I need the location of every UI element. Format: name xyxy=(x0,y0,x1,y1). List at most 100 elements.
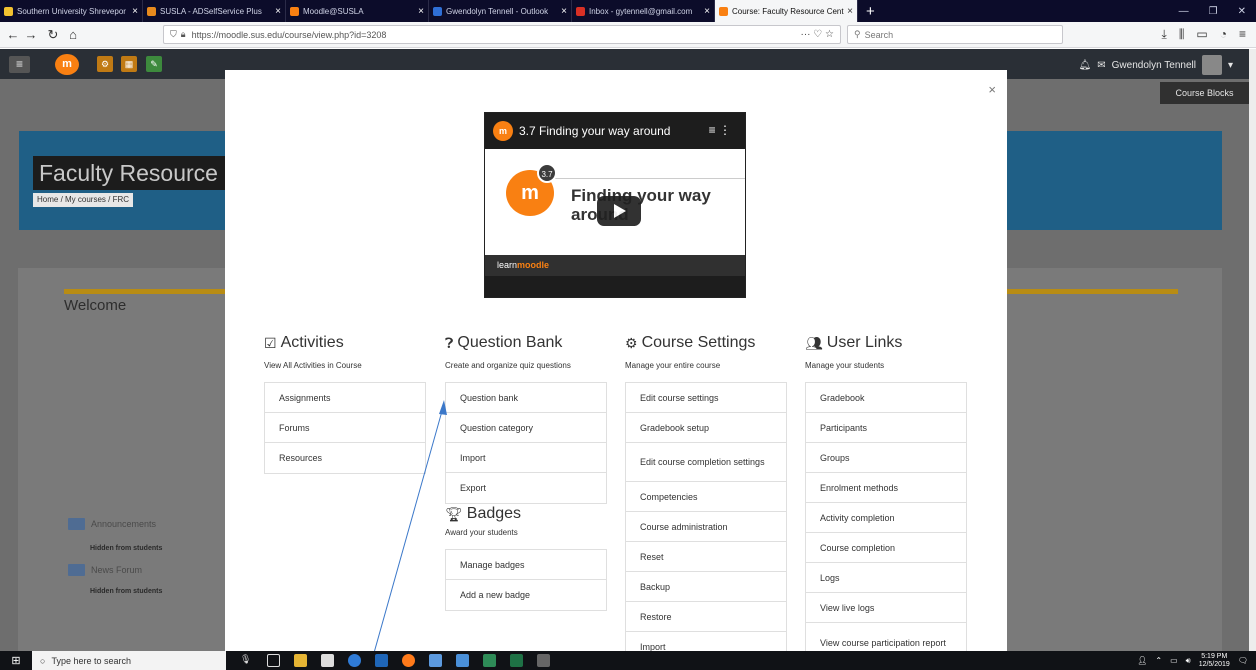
menu-link-gradebook[interactable]: Gradebook xyxy=(806,383,966,413)
clock[interactable]: 5:19 PM 12/5/2019 xyxy=(1199,653,1230,669)
minimize-icon[interactable]: — xyxy=(1169,6,1199,17)
url-bar[interactable]: ⛉ 🔒︎ https://moodle.sus.edu/course/view.… xyxy=(163,25,841,44)
menu-link-question-bank[interactable]: Question bank xyxy=(446,383,606,413)
settings-shortcut-icon[interactable]: ⚙ xyxy=(97,56,113,72)
forum-link-announcements[interactable]: Announcements xyxy=(68,518,156,530)
menu-link-groups[interactable]: Groups xyxy=(806,443,966,473)
moodle-logo[interactable]: m xyxy=(55,54,79,75)
notification-icon[interactable]: 🗨︎ xyxy=(1238,656,1248,665)
cogs-icon: ⚙ xyxy=(625,334,638,351)
chevron-down-icon[interactable]: ▾ xyxy=(1228,60,1233,71)
menu-link-backup[interactable]: Backup xyxy=(626,572,786,602)
menu-link-assignments[interactable]: Assignments xyxy=(265,383,425,413)
menu-link-export[interactable]: Export xyxy=(446,473,606,503)
play-icon[interactable] xyxy=(597,196,641,226)
breadcrumb[interactable]: Home / My courses / FRC xyxy=(33,193,134,207)
menu-link-course-completion[interactable]: Course completion xyxy=(806,533,966,563)
hidden-status: Hidden from students xyxy=(90,545,163,552)
menu-link-import[interactable]: Import xyxy=(446,443,606,473)
close-window-icon[interactable]: ✕ xyxy=(1228,6,1256,17)
browser-tab[interactable]: Southern University Shrevepor × xyxy=(0,0,143,22)
forward-icon[interactable]: → xyxy=(22,27,40,42)
user-menu[interactable]: 🔔︎ ✉ Gwendolyn Tennell ▾ xyxy=(1079,55,1233,75)
project-icon[interactable] xyxy=(483,654,496,667)
home-icon[interactable]: ⌂ xyxy=(64,27,82,42)
shield-icon[interactable]: ⛉ xyxy=(170,29,177,40)
menu-link-gradebook-setup[interactable]: Gradebook setup xyxy=(626,413,786,443)
restore-icon[interactable]: ❐ xyxy=(1199,6,1228,17)
moodle-channel-icon[interactable]: m xyxy=(493,121,513,141)
page-actions[interactable]: ··· ♡ ☆ xyxy=(801,29,834,40)
mail-icon[interactable] xyxy=(456,654,469,667)
edit-shortcut-icon[interactable]: ✎ xyxy=(146,56,162,72)
edge-icon[interactable] xyxy=(348,654,361,667)
menu-link-live-logs[interactable]: View live logs xyxy=(806,593,966,623)
forum-link-news[interactable]: News Forum xyxy=(68,564,142,576)
windows-start-icon[interactable]: ⊞ xyxy=(0,654,32,667)
browser-tab-active[interactable]: Course: Faculty Resource Cent × xyxy=(715,0,858,22)
new-tab-button[interactable]: + xyxy=(858,0,883,22)
course-blocks-button[interactable]: Course Blocks xyxy=(1160,82,1249,104)
drawer-toggle-icon[interactable]: ≡ xyxy=(9,56,30,73)
menu-link-restore[interactable]: Restore xyxy=(626,602,786,632)
menu-link-activity-completion[interactable]: Activity completion xyxy=(806,503,966,533)
video-title[interactable]: 3.7 Finding your way around xyxy=(519,124,670,138)
excel-icon[interactable] xyxy=(510,654,523,667)
menu-link-question-category[interactable]: Question category xyxy=(446,413,606,443)
browser-search-input[interactable]: ⚲ Search xyxy=(847,25,1063,44)
menu-link-participants[interactable]: Participants xyxy=(806,413,966,443)
download-icon[interactable]: ⤓ xyxy=(1162,27,1167,42)
library-icon[interactable]: ⫼ xyxy=(1179,27,1185,42)
browser-tab[interactable]: SUSLA - ADSelfService Plus × xyxy=(143,0,286,22)
reload-icon[interactable]: ↻ xyxy=(44,27,62,43)
video-player[interactable]: m 3.7 Finding your way around ≡ ⋮ m 3.7 … xyxy=(484,112,746,298)
menu-link-reset[interactable]: Reset xyxy=(626,542,786,572)
browser-tab[interactable]: Inbox - gytennell@gmail.com × xyxy=(572,0,715,22)
close-tab-icon[interactable]: × xyxy=(132,6,138,17)
menu-link-logs[interactable]: Logs xyxy=(806,563,966,593)
tab-title: Moodle@SUSLA xyxy=(303,6,364,16)
close-tab-icon[interactable]: × xyxy=(847,6,853,17)
paint-icon[interactable] xyxy=(429,654,442,667)
close-icon[interactable]: × xyxy=(988,82,996,97)
menu-link-course-completion-settings[interactable]: Edit course completion settings xyxy=(626,443,786,482)
menu-link-course-administration[interactable]: Course administration xyxy=(626,512,786,542)
message-icon[interactable]: ✉ xyxy=(1097,60,1105,71)
taskbar-search-input[interactable]: ○ Type here to search xyxy=(32,651,226,670)
grades-shortcut-icon[interactable]: ▦ xyxy=(121,56,137,72)
close-tab-icon[interactable]: × xyxy=(418,6,424,17)
menu-link-add-badge[interactable]: Add a new badge xyxy=(446,580,606,610)
close-tab-icon[interactable]: × xyxy=(561,6,567,17)
task-view-icon[interactable] xyxy=(267,654,280,667)
file-explorer-icon[interactable] xyxy=(294,654,307,667)
people-icon[interactable]: 👤︎ xyxy=(1137,656,1147,665)
close-tab-icon[interactable]: × xyxy=(704,6,710,17)
menu-link-competencies[interactable]: Competencies xyxy=(626,482,786,512)
calculator-icon[interactable] xyxy=(537,654,550,667)
store-icon[interactable] xyxy=(321,654,334,667)
bell-icon[interactable]: 🔔︎ xyxy=(1079,60,1092,71)
microphone-icon[interactable]: 🎙︎ xyxy=(240,654,253,667)
menu-link-resources[interactable]: Resources xyxy=(265,443,425,473)
avatar[interactable] xyxy=(1201,55,1222,75)
outlook-icon[interactable] xyxy=(375,654,388,667)
menu-link-edit-course-settings[interactable]: Edit course settings xyxy=(626,383,786,413)
menu-link-forums[interactable]: Forums xyxy=(265,413,425,443)
extension-icon[interactable]: ◔ xyxy=(1220,27,1227,42)
lock-icon[interactable]: 🔒︎ xyxy=(181,29,186,40)
chevron-up-icon[interactable]: ⌃ xyxy=(1155,656,1162,665)
back-icon[interactable]: ← xyxy=(4,27,22,42)
browser-tab[interactable]: Gwendolyn Tennell - Outlook × xyxy=(429,0,572,22)
close-tab-icon[interactable]: × xyxy=(275,6,281,17)
browser-tab[interactable]: Moodle@SUSLA × xyxy=(286,0,429,22)
menu-icon[interactable]: ≡ xyxy=(1239,27,1246,42)
network-icon[interactable]: ▭ xyxy=(1170,656,1178,665)
firefox-icon[interactable] xyxy=(402,654,415,667)
menu-link-manage-badges[interactable]: Manage badges xyxy=(446,550,606,580)
page-scrollbar[interactable] xyxy=(1249,49,1256,651)
volume-icon[interactable]: 🔊︎ xyxy=(1186,656,1191,666)
tab-favicon-icon xyxy=(4,6,13,16)
video-menu-icon[interactable]: ≡ ⋮ xyxy=(709,123,731,137)
sidebar-icon[interactable]: ▭ xyxy=(1196,27,1207,42)
menu-link-enrolment-methods[interactable]: Enrolment methods xyxy=(806,473,966,503)
